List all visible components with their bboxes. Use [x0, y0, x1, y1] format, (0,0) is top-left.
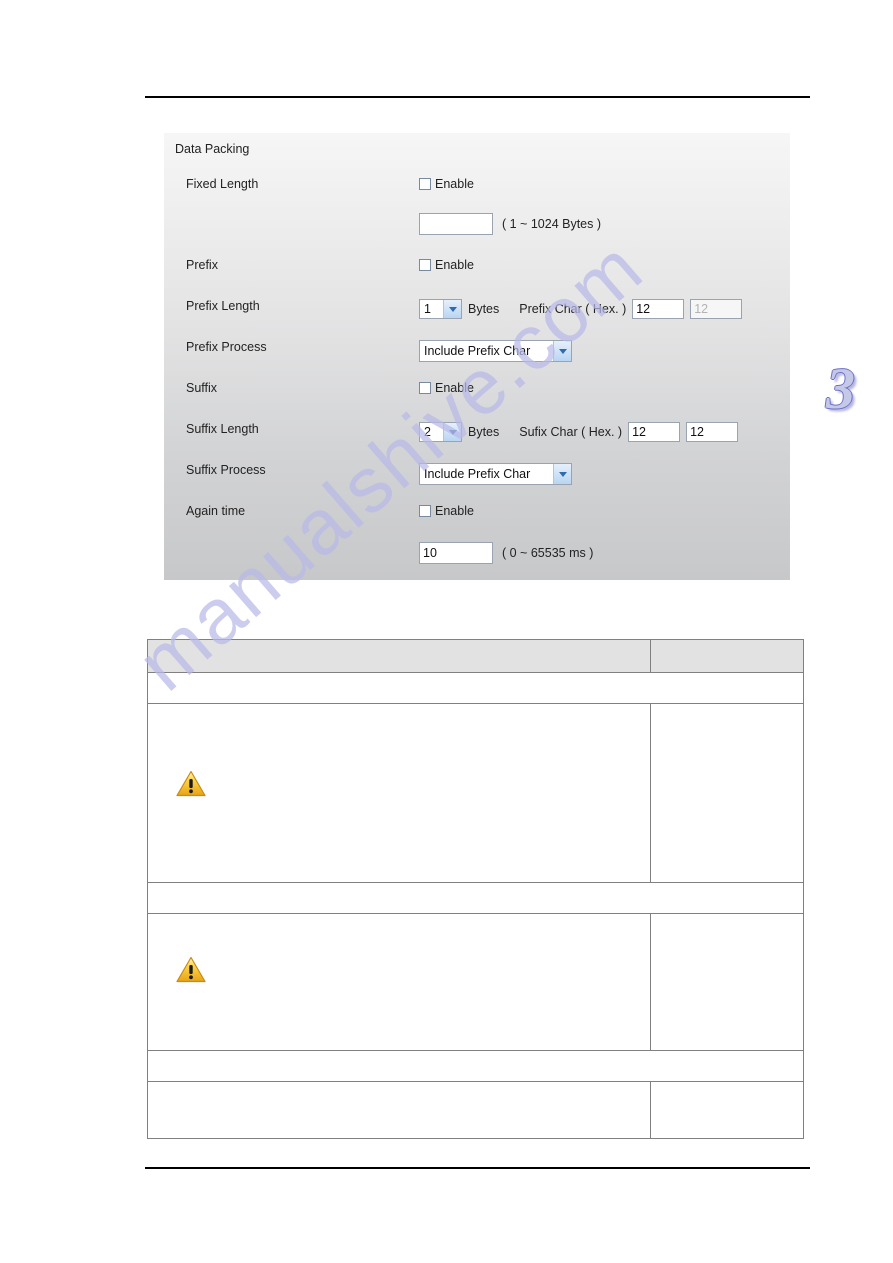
again-time-input[interactable] — [419, 542, 493, 564]
footer-rule — [145, 1167, 810, 1169]
control-fixed-length-value: ( 1 ~ 1024 Bytes ) — [419, 213, 601, 235]
chevron-down-icon[interactable] — [443, 423, 461, 441]
again-time-enable-checkbox[interactable]: Enable — [419, 504, 474, 518]
control-suffix: Enable — [419, 381, 474, 395]
suffix-char-1-input[interactable] — [628, 422, 681, 442]
row-prefix-process: Prefix Process Include Prefix Char — [164, 340, 790, 366]
table-row — [147, 913, 804, 1051]
table-cell-side — [650, 913, 804, 1051]
row-again-time-value: ( 0 ~ 65535 ms ) — [164, 542, 790, 568]
suffix-length-unit: Bytes — [468, 425, 500, 439]
checkbox-box[interactable] — [419, 505, 431, 517]
chapter-number: 3 — [826, 356, 855, 421]
control-suffix-process: Include Prefix Char — [419, 463, 572, 485]
checkbox-label: Enable — [435, 504, 474, 518]
checkbox-box[interactable] — [419, 178, 431, 190]
label-prefix-process: Prefix Process — [186, 340, 267, 354]
prefix-char-label: Prefix Char ( Hex. ) — [519, 302, 627, 316]
table-row — [147, 703, 804, 883]
suffix-process-value: Include Prefix Char — [424, 467, 531, 481]
table-header-cell-main — [147, 639, 651, 673]
checkbox-label: Enable — [435, 258, 474, 272]
label-prefix: Prefix — [186, 258, 218, 272]
table-cell-span — [147, 672, 804, 704]
control-prefix: Enable — [419, 258, 474, 272]
suffix-length-select[interactable]: 2 — [419, 422, 462, 442]
panel-title: Data Packing — [175, 142, 250, 156]
table-cell-span — [147, 1050, 804, 1082]
table-row — [147, 1081, 804, 1139]
label-again-time: Again time — [186, 504, 246, 518]
control-again-time-value: ( 0 ~ 65535 ms ) — [419, 542, 593, 564]
prefix-char-2-input[interactable] — [690, 299, 743, 319]
control-again-time: Enable — [419, 504, 474, 518]
warning-icon — [176, 956, 206, 983]
table-header-cell-side — [650, 639, 804, 673]
prefix-length-select[interactable]: 1 — [419, 299, 462, 319]
label-fixed-length: Fixed Length — [186, 177, 259, 191]
row-prefix-length: Prefix Length 1 Bytes Prefix Char ( Hex.… — [164, 299, 790, 325]
chevron-down-icon[interactable] — [553, 341, 571, 361]
label-suffix: Suffix — [186, 381, 218, 395]
table-row — [147, 1050, 804, 1082]
prefix-enable-checkbox[interactable]: Enable — [419, 258, 474, 272]
fixed-length-enable-checkbox[interactable]: Enable — [419, 177, 474, 191]
suffix-enable-checkbox[interactable]: Enable — [419, 381, 474, 395]
label-suffix-process: Suffix Process — [186, 463, 266, 477]
table-cell-side — [650, 1081, 804, 1139]
fixed-length-hint: ( 1 ~ 1024 Bytes ) — [502, 217, 602, 231]
checkbox-label: Enable — [435, 381, 474, 395]
row-fixed-length-value: ( 1 ~ 1024 Bytes ) — [164, 213, 790, 239]
suffix-process-select[interactable]: Include Prefix Char — [419, 463, 572, 485]
table-row — [147, 882, 804, 914]
checkbox-box[interactable] — [419, 259, 431, 271]
prefix-char-1-input[interactable] — [632, 299, 685, 319]
table-cell-span — [147, 882, 804, 914]
checkbox-label: Enable — [435, 177, 474, 191]
row-suffix-length: Suffix Length 2 Bytes Sufix Char ( Hex. … — [164, 422, 790, 448]
again-time-hint: ( 0 ~ 65535 ms ) — [502, 546, 594, 560]
table-cell-side — [650, 703, 804, 883]
control-prefix-length: 1 Bytes Prefix Char ( Hex. ) — [419, 299, 743, 319]
table-row — [147, 672, 804, 704]
fixed-length-input[interactable] — [419, 213, 493, 235]
row-suffix: Suffix Enable — [164, 381, 790, 407]
chevron-down-icon[interactable] — [443, 300, 461, 318]
table-cell-main — [147, 703, 651, 883]
control-suffix-length: 2 Bytes Sufix Char ( Hex. ) — [419, 422, 739, 442]
row-suffix-process: Suffix Process Include Prefix Char — [164, 463, 790, 489]
suffix-char-label: Sufix Char ( Hex. ) — [519, 425, 623, 439]
table-cell-main — [147, 913, 651, 1051]
suffix-length-value: 2 — [424, 425, 431, 439]
prefix-length-value: 1 — [424, 302, 431, 316]
row-again-time: Again time Enable — [164, 504, 790, 530]
label-suffix-length: Suffix Length — [186, 422, 259, 436]
row-prefix: Prefix Enable — [164, 258, 790, 284]
data-packing-panel: Data Packing Fixed Length Enable ( 1 ~ 1… — [164, 133, 790, 580]
prefix-length-unit: Bytes — [468, 302, 500, 316]
suffix-char-2-input[interactable] — [686, 422, 739, 442]
prefix-process-value: Include Prefix Char — [424, 344, 531, 358]
description-table — [147, 639, 804, 1139]
control-prefix-process: Include Prefix Char — [419, 340, 572, 362]
warning-icon — [176, 770, 206, 797]
table-cell-main — [147, 1081, 651, 1139]
prefix-process-select[interactable]: Include Prefix Char — [419, 340, 572, 362]
table-header-row — [147, 639, 804, 673]
chevron-down-icon[interactable] — [553, 464, 571, 484]
checkbox-box[interactable] — [419, 382, 431, 394]
label-prefix-length: Prefix Length — [186, 299, 260, 313]
row-fixed-length: Fixed Length Enable — [164, 177, 790, 203]
control-fixed-length: Enable — [419, 177, 474, 191]
header-rule — [145, 96, 810, 98]
